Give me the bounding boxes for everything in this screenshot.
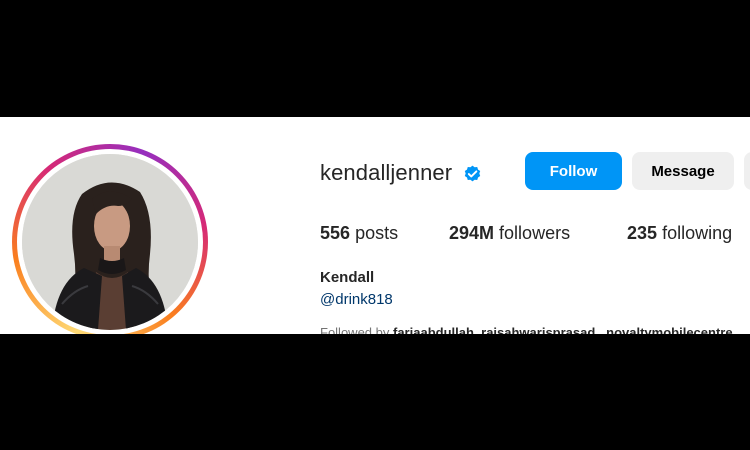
followers-stat[interactable]: 294M followers: [449, 223, 570, 244]
following-stat[interactable]: 235 following: [627, 223, 732, 244]
posts-stat: 556 posts: [320, 223, 398, 244]
username-row: kendalljenner: [320, 155, 483, 191]
avatar-border: [17, 149, 203, 334]
letterbox-bottom: [0, 334, 750, 450]
suggested-accounts-button[interactable]: [744, 152, 750, 190]
follow-button[interactable]: Follow: [525, 152, 622, 190]
followed-by[interactable]: Followed by fariaabdullah, raisahwarispr…: [320, 325, 733, 334]
letterbox-top: [0, 0, 750, 117]
following-count: 235: [627, 223, 658, 243]
followed-by-names: fariaabdullah, raisahwarisprasad , noval…: [393, 325, 733, 334]
posts-count: 556: [320, 223, 351, 243]
followers-label: followers: [499, 223, 571, 243]
followers-count: 294M: [449, 223, 495, 243]
bio-link[interactable]: @drink818: [320, 291, 393, 308]
full-name: Kendall: [320, 269, 375, 286]
avatar[interactable]: [22, 154, 198, 330]
following-label: following: [662, 223, 733, 243]
username: kendalljenner: [320, 160, 453, 185]
profile-photo: [22, 154, 198, 330]
profile-header: kendalljenner Follow Message 556 posts 2…: [0, 117, 750, 334]
message-button[interactable]: Message: [632, 152, 734, 190]
posts-label: posts: [355, 223, 399, 243]
verified-badge-icon: [462, 163, 483, 184]
story-ring[interactable]: [12, 144, 208, 334]
followed-by-prefix: Followed by: [320, 325, 390, 334]
